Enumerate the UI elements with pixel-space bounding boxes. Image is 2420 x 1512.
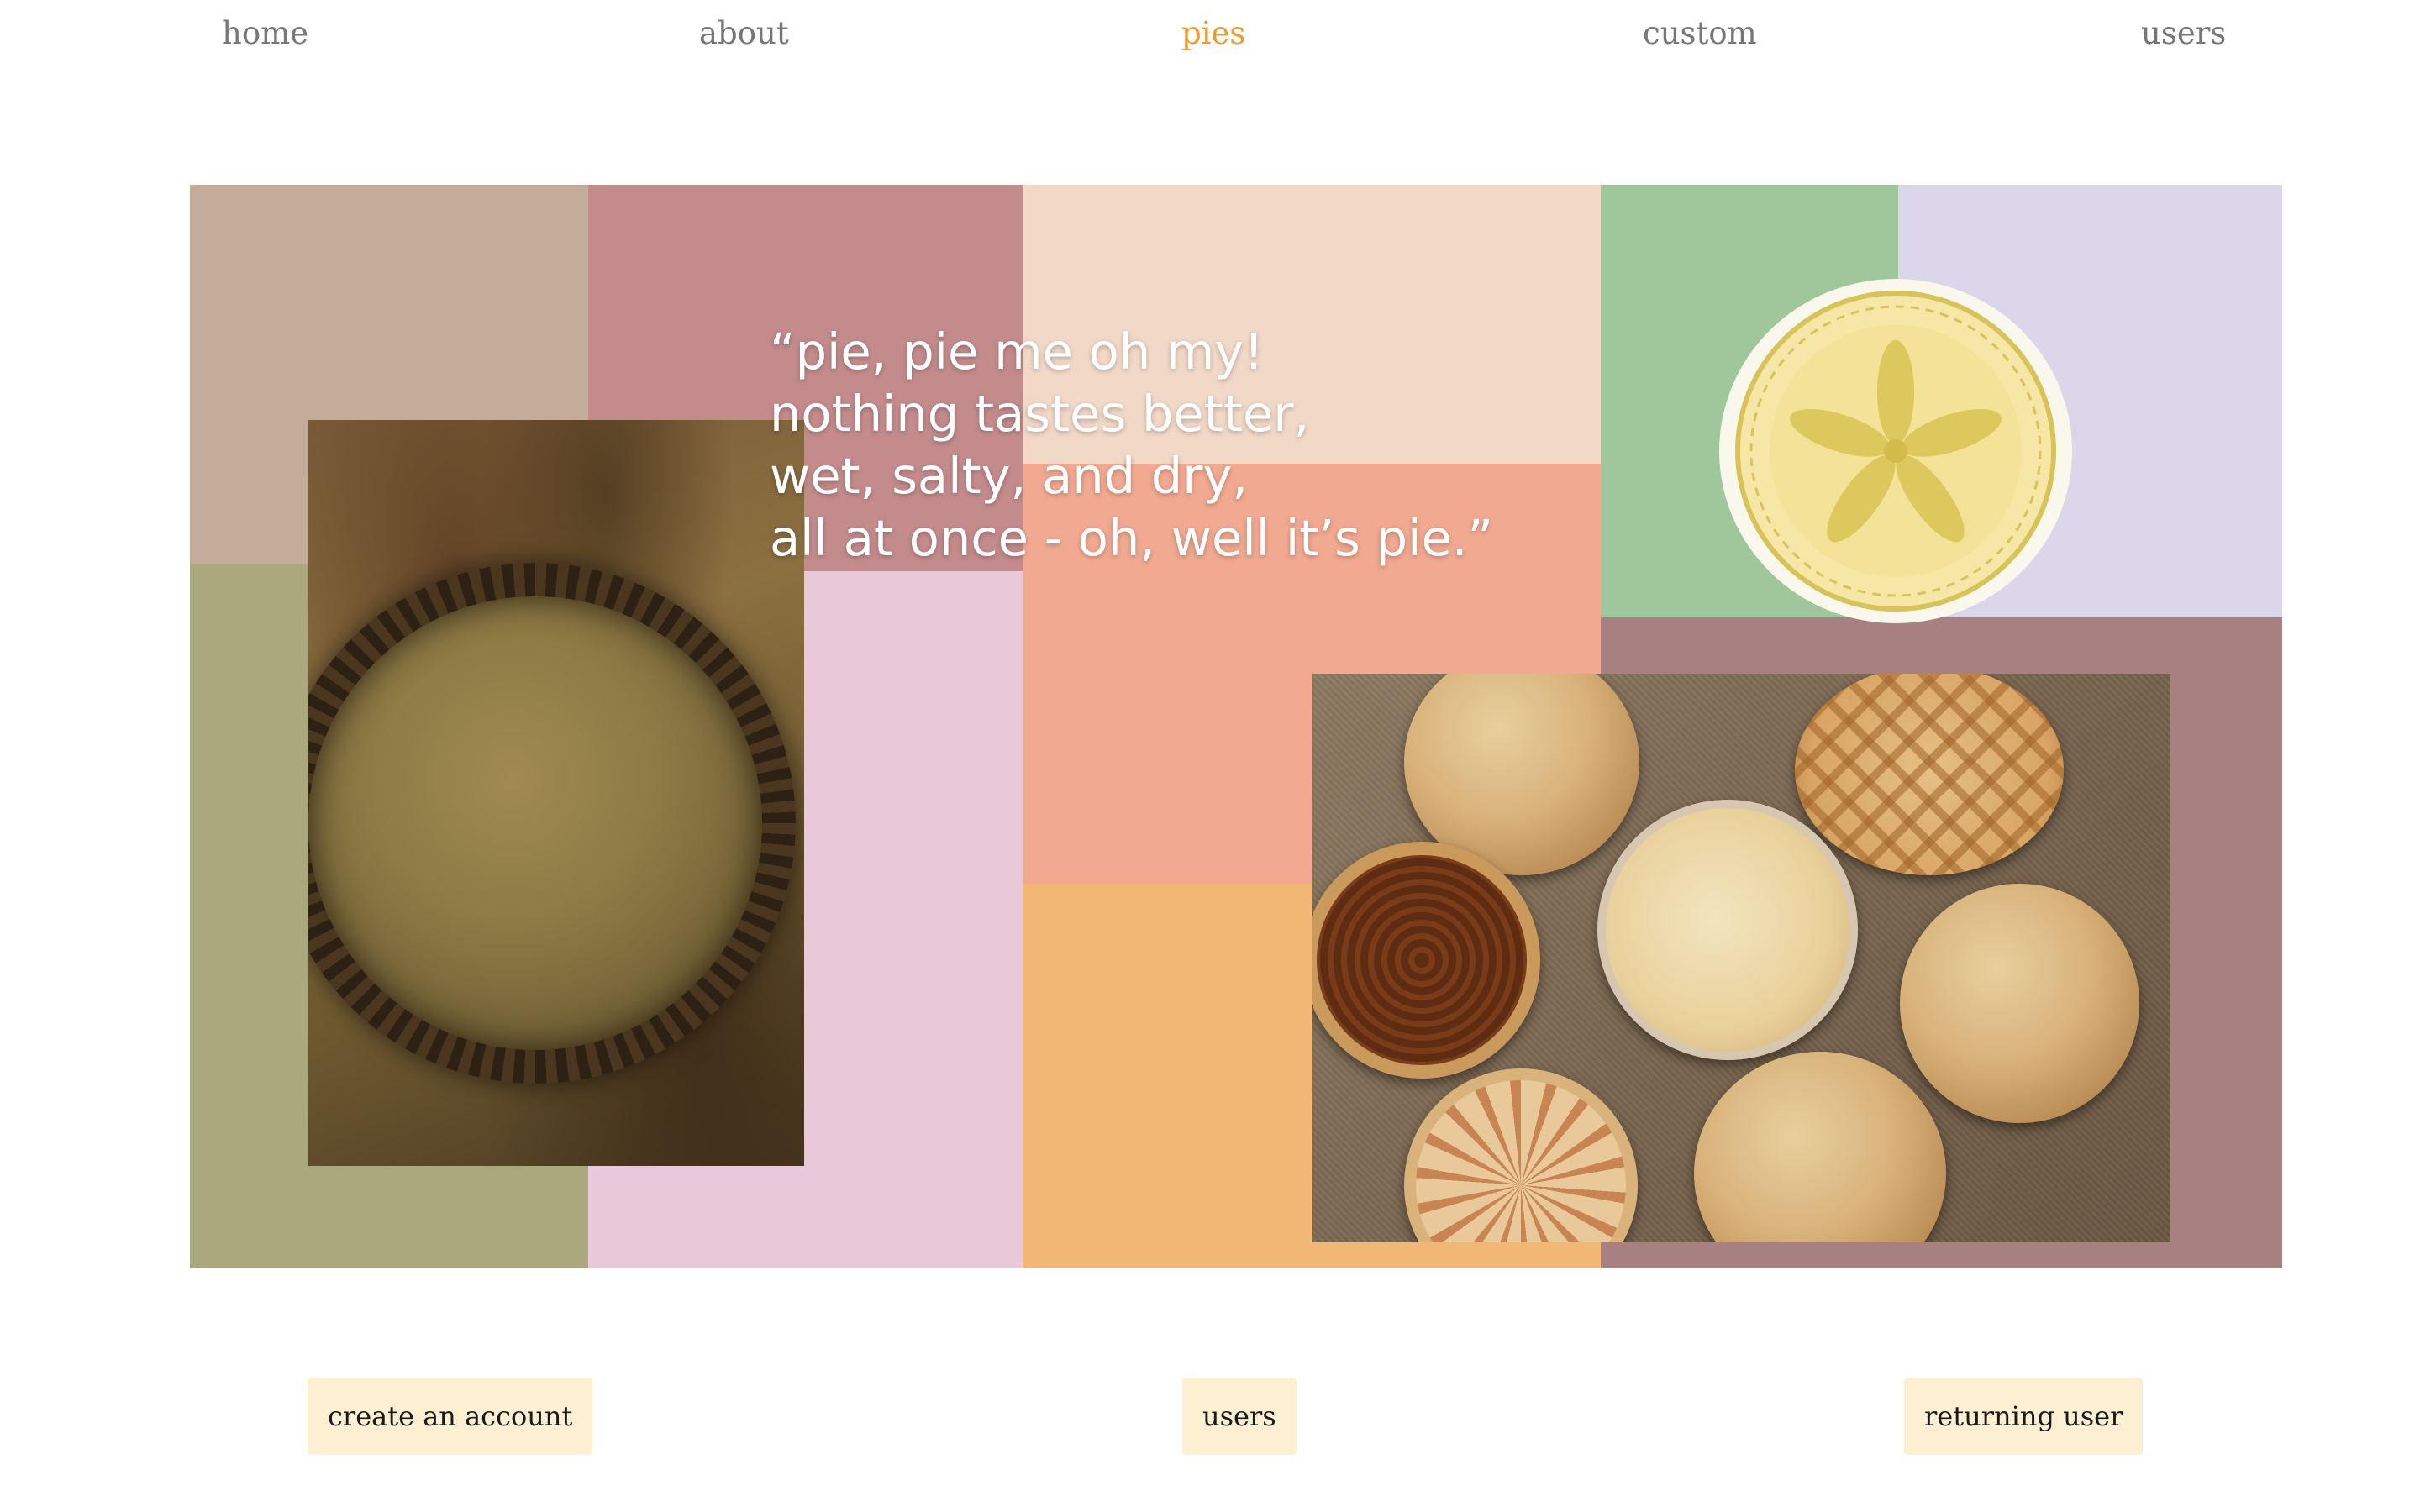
pie-pecan bbox=[1312, 842, 1540, 1079]
nav-about[interactable]: about bbox=[699, 15, 789, 51]
quote-line-4: all at once - oh, well it’s pie.” bbox=[770, 509, 1494, 567]
nav-users[interactable]: users bbox=[2141, 15, 2226, 51]
nav-pies[interactable]: pies bbox=[1181, 15, 1245, 51]
pies-photo bbox=[1312, 674, 2170, 1242]
pie-illustration-svg bbox=[1735, 291, 2056, 612]
pie-cream bbox=[1597, 800, 1858, 1060]
hero-collage: “pie, pie me oh my! nothing tastes bette… bbox=[190, 185, 2282, 1268]
quote-line-3: wet, salty, and dry, bbox=[770, 447, 1249, 505]
hero-quote: “pie, pie me oh my! nothing tastes bette… bbox=[770, 321, 1493, 570]
top-nav: home about pies custom users bbox=[0, 0, 2420, 84]
pie-vented bbox=[1900, 884, 2139, 1123]
pie-apple bbox=[1404, 1068, 1638, 1242]
quote-line-2: nothing tastes better, bbox=[770, 385, 1310, 443]
create-account-button[interactable]: create an account bbox=[308, 1378, 593, 1455]
nav-custom[interactable]: custom bbox=[1643, 15, 1757, 51]
pie-illustration-icon bbox=[1719, 279, 2072, 623]
nav-home[interactable]: home bbox=[222, 15, 308, 51]
returning-user-button[interactable]: returning user bbox=[1904, 1378, 2144, 1455]
pie-lattice bbox=[1795, 674, 2064, 875]
users-button[interactable]: users bbox=[1182, 1378, 1297, 1455]
tart-pan-photo bbox=[308, 420, 804, 1166]
pie-bottom-center bbox=[1694, 1052, 1946, 1242]
quote-line-1: “pie, pie me oh my! bbox=[770, 323, 1264, 381]
tart-pan-base bbox=[308, 596, 762, 1050]
